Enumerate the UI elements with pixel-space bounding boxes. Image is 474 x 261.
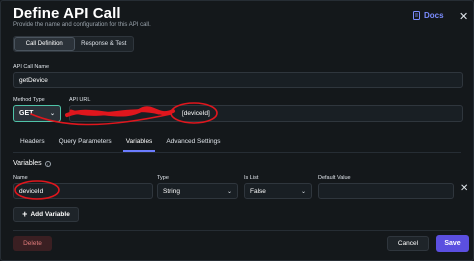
dialog-subtitle: Provide the name and configuration for t… [13, 22, 151, 28]
mode-tabs: Call Definition Response & Test [13, 36, 134, 52]
tab-variables[interactable]: Variables [119, 135, 160, 152]
column-default-value-header: Default Value [318, 175, 351, 181]
chevron-down-icon: ⌄ [49, 111, 55, 117]
api-call-name-input[interactable]: getDevice [13, 72, 463, 88]
save-button[interactable]: Save [436, 235, 469, 252]
chevron-down-icon: ⌄ [300, 188, 306, 195]
method-type-value: GET [19, 110, 34, 117]
tab-headers[interactable]: Headers [13, 135, 52, 150]
cancel-button[interactable]: Cancel [387, 236, 429, 251]
variable-default-value-input[interactable] [318, 183, 454, 199]
remove-row-icon[interactable]: ✕ [460, 183, 468, 194]
close-icon[interactable]: ✕ [459, 10, 468, 23]
variable-type-value: String [163, 187, 180, 195]
define-api-call-dialog: Define API Call Provide the name and con… [0, 0, 474, 261]
tab-query-parameters[interactable]: Query Parameters [52, 135, 119, 150]
method-type-label: Method Type [13, 97, 45, 103]
sub-tabs: Headers Query Parameters Variables Advan… [13, 135, 228, 152]
variable-is-list-value: False [250, 187, 266, 195]
column-name-header: Name [13, 175, 28, 181]
api-call-name-value: getDevice [19, 76, 48, 84]
docs-label: Docs [424, 11, 444, 20]
plus-icon: + [22, 209, 28, 219]
add-variable-button[interactable]: + Add Variable [13, 207, 79, 222]
add-variable-label: Add Variable [30, 211, 70, 218]
subtabs-divider [13, 152, 461, 153]
chevron-down-icon: ⌄ [226, 188, 232, 195]
api-url-input[interactable]: [deviceId] [69, 105, 463, 122]
dialog-title: Define API Call [13, 5, 121, 22]
api-url-value: [deviceId] [182, 110, 210, 117]
tab-advanced-settings[interactable]: Advanced Settings [159, 135, 227, 150]
variable-name-value: deviceId [19, 187, 44, 195]
tab-call-definition[interactable]: Call Definition [14, 37, 75, 51]
tab-response-test[interactable]: Response & Test [75, 37, 134, 51]
delete-button[interactable]: Delete [13, 236, 52, 251]
footer-divider [13, 230, 461, 231]
column-type-header: Type [157, 175, 169, 181]
info-icon: i [44, 160, 51, 167]
api-call-name-label: API Call Name [13, 64, 50, 70]
docs-link[interactable]: Docs [413, 11, 444, 20]
docs-icon [413, 11, 420, 20]
column-is-list-header: Is List [244, 175, 259, 181]
variable-name-input[interactable]: deviceId [13, 183, 153, 199]
variable-is-list-select[interactable]: False ⌄ [244, 183, 312, 199]
method-type-select[interactable]: GET ⌄ [13, 105, 61, 122]
api-url-label: API URL [69, 97, 91, 103]
variables-title: Variables i [13, 160, 51, 167]
variables-title-text: Variables [13, 160, 42, 167]
variable-type-select[interactable]: String ⌄ [157, 183, 238, 199]
